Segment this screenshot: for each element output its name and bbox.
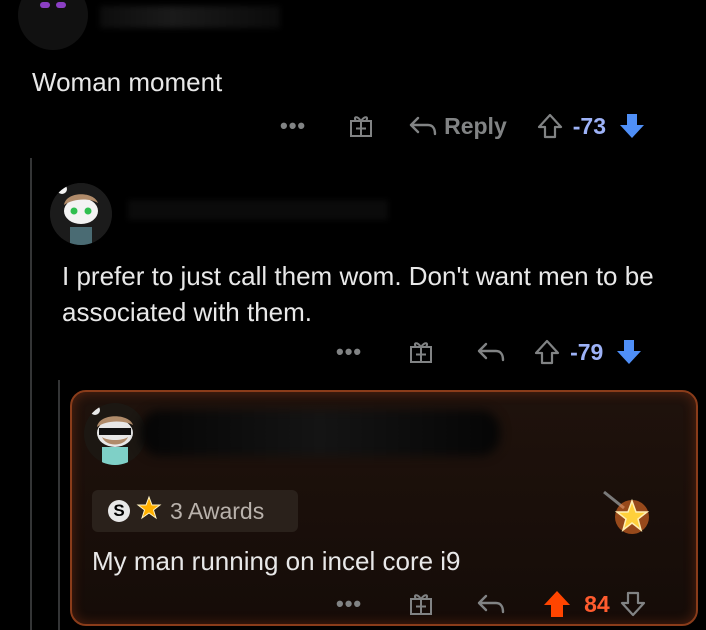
comment-actions: ••• Reply -73 — [280, 108, 646, 144]
redacted-username — [128, 200, 388, 220]
reply-icon[interactable] — [476, 339, 506, 365]
thread-line[interactable] — [30, 158, 32, 630]
avatar[interactable] — [18, 0, 88, 50]
awards-label: 3 Awards — [170, 497, 265, 524]
downvote-icon[interactable] — [620, 590, 646, 618]
reply-button[interactable]: Reply — [408, 113, 507, 140]
vote-count: -79 — [570, 338, 604, 365]
redacted-username — [140, 410, 500, 456]
gift-icon[interactable] — [408, 591, 434, 617]
vote-count: 84 — [584, 590, 610, 617]
upvote-icon[interactable] — [542, 589, 572, 619]
comment-body: My man running on incel core i9 — [92, 546, 461, 576]
more-icon[interactable]: ••• — [336, 591, 362, 617]
award-icon: S — [108, 500, 130, 522]
gift-icon[interactable] — [348, 113, 374, 139]
vote-count: -73 — [572, 112, 606, 139]
avatar[interactable] — [84, 403, 146, 465]
redacted-username — [100, 6, 280, 28]
reply-label: Reply — [444, 112, 507, 139]
downvote-icon[interactable] — [618, 111, 646, 141]
upvote-icon[interactable] — [537, 112, 563, 140]
reply-icon — [409, 116, 437, 136]
comment-body: Woman moment — [32, 67, 223, 97]
gift-icon[interactable] — [408, 339, 434, 365]
award-icon — [136, 495, 162, 527]
reply-icon[interactable] — [476, 591, 506, 617]
awards-badge[interactable]: S 3 Awards — [92, 490, 298, 532]
more-icon[interactable]: ••• — [336, 339, 362, 365]
comment-body: I prefer to just call them wom. Don't wa… — [62, 261, 654, 327]
comment-actions: ••• -79 — [336, 334, 643, 370]
comment-actions: ••• 84 — [336, 588, 646, 620]
more-icon[interactable]: ••• — [280, 113, 306, 139]
avatar[interactable] — [50, 183, 112, 245]
avatar-eye-left — [40, 2, 50, 8]
star-award-icon[interactable] — [602, 490, 652, 541]
upvote-icon[interactable] — [534, 338, 560, 366]
thread-line[interactable] — [58, 380, 60, 630]
downvote-icon[interactable] — [615, 337, 643, 367]
avatar-eye-right — [56, 2, 66, 8]
